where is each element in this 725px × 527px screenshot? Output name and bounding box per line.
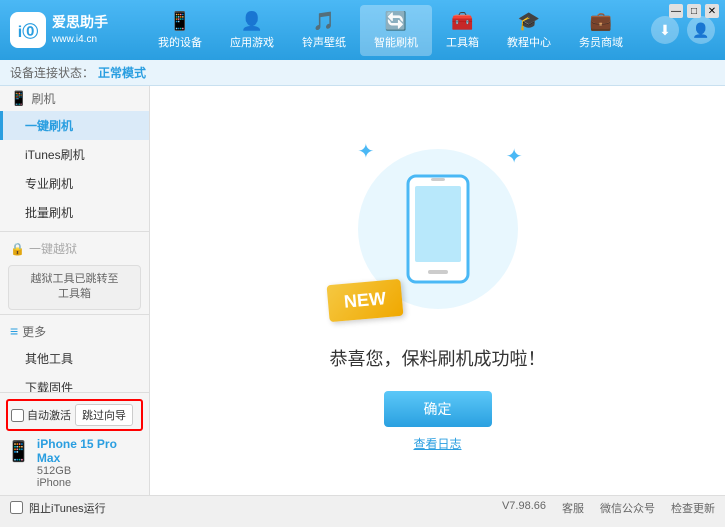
nav-tutorial-label: 教程中心 bbox=[507, 34, 551, 50]
itunes-bar: 阻止iTunes运行 V7.98.66 客服 微信公众号 检查更新 bbox=[0, 495, 725, 519]
auto-activate-input[interactable] bbox=[11, 409, 24, 422]
nav-smart-flash[interactable]: 🔄 智能刷机 bbox=[360, 5, 432, 56]
nav-bar: 📱 我的设备 👤 应用游戏 🎵 铃声壁纸 🔄 智能刷机 🧰 工具箱 🎓 bbox=[130, 5, 651, 56]
device-type: iPhone bbox=[37, 477, 143, 489]
sidebar-section-jailbreak: 🔒 一键越狱 越狱工具已跳转至工具箱 bbox=[0, 236, 149, 310]
device-phone-icon: 📱 bbox=[6, 439, 31, 464]
nav-toolbox-label: 工具箱 bbox=[446, 34, 479, 50]
confirm-button[interactable]: 确定 bbox=[384, 391, 492, 427]
device-info: 📱 iPhone 15 Pro Max 512GB iPhone bbox=[6, 437, 143, 489]
status-label: 设备连接状态： bbox=[10, 64, 94, 81]
nav-apps-games[interactable]: 👤 应用游戏 bbox=[216, 5, 288, 56]
nav-apps-games-label: 应用游戏 bbox=[230, 34, 274, 50]
device-section: 自动激活 跳过向导 📱 iPhone 15 Pro Max 512GB iPho… bbox=[0, 392, 149, 495]
header: i⓪ 爱思助手 www.i4.cn 📱 我的设备 👤 应用游戏 🎵 铃声壁纸 🔄 bbox=[0, 0, 725, 60]
sidebar-section-more: ≡ 更多 其他工具 下载固件 高级功能 bbox=[0, 319, 149, 392]
app-title: 爱思助手 bbox=[52, 13, 108, 33]
status-bar: 设备连接状态： 正常模式 bbox=[0, 60, 725, 86]
jailbreak-label: 一键越狱 bbox=[29, 240, 77, 257]
logo: i⓪ 爱思助手 www.i4.cn bbox=[10, 12, 130, 48]
nav-service-label: 务员商域 bbox=[579, 34, 623, 50]
sidebar-divider-1 bbox=[0, 231, 149, 232]
my-device-icon: 📱 bbox=[169, 11, 191, 32]
more-section-label: 更多 bbox=[22, 323, 46, 340]
sidebar-item-batch-flash[interactable]: 批量刷机 bbox=[0, 198, 149, 227]
sidebar-item-other-tools[interactable]: 其他工具 bbox=[0, 344, 149, 373]
new-badge: NEW bbox=[326, 279, 403, 322]
jailbreak-notice: 越狱工具已跳转至工具箱 bbox=[8, 265, 141, 310]
auto-controls-box: 自动激活 跳过向导 bbox=[6, 399, 143, 431]
guide-button[interactable]: 跳过向导 bbox=[75, 404, 133, 426]
wechat-link[interactable]: 微信公众号 bbox=[600, 500, 655, 516]
status-value: 正常模式 bbox=[98, 64, 146, 81]
itunes-label[interactable]: 阻止iTunes运行 bbox=[29, 500, 106, 516]
nav-tutorial[interactable]: 🎓 教程中心 bbox=[493, 5, 565, 56]
sidebar-item-download-fw[interactable]: 下载固件 bbox=[0, 373, 149, 392]
maximize-button[interactable]: □ bbox=[687, 4, 701, 18]
nav-service[interactable]: 💼 务员商域 bbox=[565, 5, 637, 56]
sidebar-section-flash: 📱 刷机 一键刷机 iTunes刷机 专业刷机 批量刷机 bbox=[0, 86, 149, 227]
user-button[interactable]: 👤 bbox=[687, 16, 715, 44]
new-badge-text: NEW bbox=[343, 288, 387, 312]
version-text: V7.98.66 bbox=[502, 500, 546, 516]
success-text: 恭喜您，保料刷机成功啦！ bbox=[330, 345, 546, 371]
nav-toolbox[interactable]: 🧰 工具箱 bbox=[432, 5, 493, 56]
log-link[interactable]: 查看日志 bbox=[413, 435, 461, 452]
close-button[interactable]: ✕ bbox=[705, 4, 719, 18]
nav-smart-flash-label: 智能刷机 bbox=[374, 34, 418, 50]
auto-activate-checkbox[interactable]: 自动激活 bbox=[11, 407, 71, 423]
sparkle-top-right: ✦ bbox=[506, 144, 523, 169]
nav-ringtones[interactable]: 🎵 铃声壁纸 bbox=[288, 5, 360, 56]
sparkle-top-left: ✦ bbox=[358, 139, 375, 164]
tutorial-icon: 🎓 bbox=[518, 11, 540, 32]
apps-games-icon: 👤 bbox=[241, 11, 263, 32]
flash-section-label: 刷机 bbox=[31, 90, 55, 107]
app-subtitle: www.i4.cn bbox=[52, 33, 108, 47]
sidebar-item-pro-flash[interactable]: 专业刷机 bbox=[0, 169, 149, 198]
minimize-button[interactable]: — bbox=[669, 4, 683, 18]
sidebar: 📱 刷机 一键刷机 iTunes刷机 专业刷机 批量刷机 bbox=[0, 86, 150, 495]
toolbox-icon: 🧰 bbox=[451, 11, 473, 32]
success-illustration: ✦ ✦ NEW bbox=[338, 129, 538, 329]
nav-ringtones-label: 铃声壁纸 bbox=[302, 34, 346, 50]
nav-my-device-label: 我的设备 bbox=[158, 34, 202, 50]
content-area: ✦ ✦ NEW 恭喜您，保料刷机成功啦！ 确定 查看日志 bbox=[150, 86, 725, 495]
more-section-icon: ≡ bbox=[10, 323, 18, 339]
itunes-checkbox[interactable] bbox=[10, 501, 23, 514]
customer-service-link[interactable]: 客服 bbox=[562, 500, 584, 516]
smart-flash-icon: 🔄 bbox=[385, 11, 407, 32]
logo-icon: i⓪ bbox=[10, 12, 46, 48]
main-layout: 📱 刷机 一键刷机 iTunes刷机 专业刷机 批量刷机 bbox=[0, 86, 725, 495]
sidebar-divider-2 bbox=[0, 314, 149, 315]
ringtones-icon: 🎵 bbox=[313, 11, 335, 32]
auto-activate-label: 自动激活 bbox=[27, 407, 71, 423]
sidebar-item-one-key-flash[interactable]: 一键刷机 bbox=[0, 111, 149, 140]
header-right: ⬇ 👤 bbox=[651, 16, 715, 44]
device-storage: 512GB bbox=[37, 465, 143, 477]
lock-icon: 🔒 bbox=[10, 242, 25, 256]
device-name: iPhone 15 Pro Max bbox=[37, 437, 143, 465]
download-button[interactable]: ⬇ bbox=[651, 16, 679, 44]
service-icon: 💼 bbox=[590, 11, 612, 32]
sidebar-item-itunes-flash[interactable]: iTunes刷机 bbox=[0, 140, 149, 169]
flash-section-icon: 📱 bbox=[10, 90, 27, 107]
nav-my-device[interactable]: 📱 我的设备 bbox=[144, 5, 216, 56]
check-update-link[interactable]: 检查更新 bbox=[671, 500, 715, 516]
phone-svg bbox=[403, 174, 473, 284]
